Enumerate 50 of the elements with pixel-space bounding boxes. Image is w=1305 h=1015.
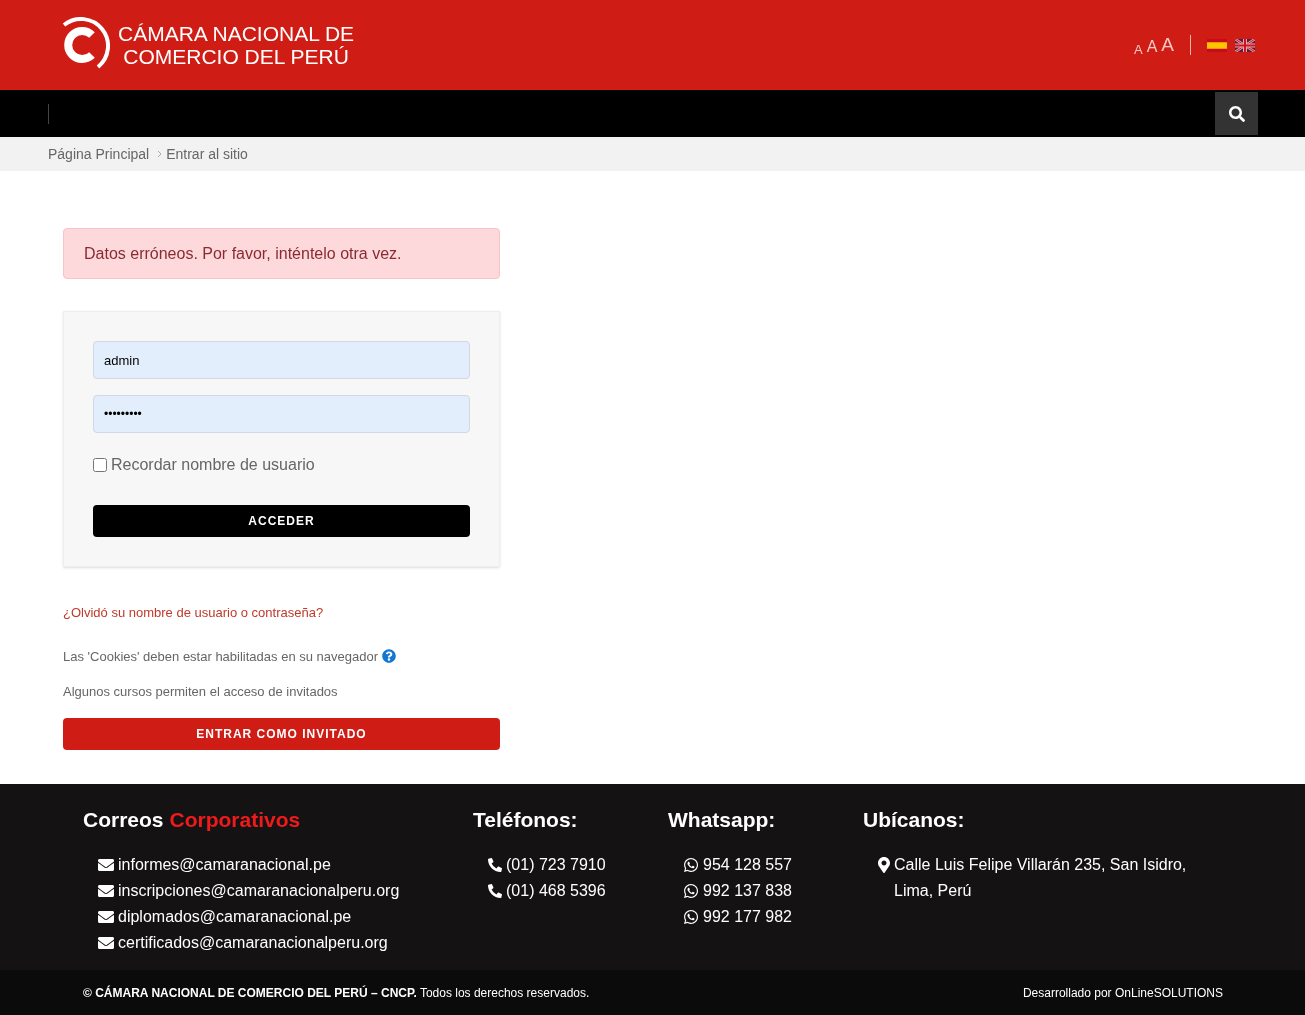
search-icon (1228, 105, 1245, 122)
whatsapp-icon (683, 856, 699, 873)
footer-contact-text[interactable]: diplomados@camaranacional.pe (118, 903, 352, 930)
guest-login-button[interactable]: ENTRAR COMO INVITADO (63, 717, 500, 750)
footer-heading: Teléfonos: (473, 807, 578, 833)
whatsapp-icon (683, 908, 699, 925)
forgot-password-link[interactable]: ¿Olvidó su nombre de usuario o contraseña? (63, 603, 500, 623)
remember-label[interactable]: Recordar nombre de usuario (111, 453, 315, 477)
footer-contact-text[interactable]: inscripciones@camaranacionalperu.org (118, 877, 400, 904)
phone-icon (488, 883, 502, 898)
login-button[interactable]: ACCEDER (93, 505, 470, 537)
copyright-text: © CÁMARA NACIONAL DE COMERCIO DEL PERÚ – CNCP. Todos los derechos reservados. (83, 984, 590, 1002)
envelope-icon (98, 934, 114, 951)
footer-contact-text: (01) 468 5396 (506, 880, 606, 901)
logo-text[interactable]: COMERCIO DEL PERÚ (123, 45, 349, 68)
guest-note: Algunos cursos permiten el acceso de invitados (63, 683, 339, 701)
footer-heading: Whatsapp: (668, 807, 776, 833)
footer-heading: Ubícanos: (863, 807, 965, 833)
uk-flag-icon[interactable] (1235, 38, 1255, 52)
breadcrumb-link[interactable]: Página Principal (48, 143, 150, 165)
footer-contact-text[interactable]: certificados@camaranacionalperu.org (118, 929, 388, 956)
chevron-icon (157, 150, 163, 158)
footer-contact-text: 992 137 838 (703, 880, 792, 901)
search-button[interactable] (1215, 92, 1258, 135)
font-size-link[interactable]: A (1161, 30, 1174, 60)
help-icon[interactable] (382, 649, 396, 664)
font-size-link[interactable]: A (1133, 39, 1143, 60)
whatsapp-icon (683, 882, 699, 899)
developer-credit: Desarrollado por OnLineSOLUTIONS (1022, 984, 1223, 1002)
footer-contact-text: 954 128 557 (703, 854, 792, 875)
envelope-icon (98, 882, 114, 899)
remember-checkbox[interactable] (93, 458, 107, 472)
footer-contact-text[interactable]: informes@camaranacional.pe (118, 851, 331, 878)
footer-heading: Correos (83, 807, 164, 833)
logo-text[interactable]: CÁMARA NACIONAL DE (118, 22, 355, 45)
footer-heading-accent: Corporativos (169, 807, 301, 833)
footer-contact-text: 992 177 982 (703, 906, 792, 927)
envelope-icon (98, 908, 114, 925)
envelope-icon (98, 856, 114, 873)
footer-contact-text: (01) 723 7910 (506, 854, 606, 875)
phone-icon (488, 857, 502, 872)
spain-flag-icon[interactable] (1207, 38, 1227, 52)
breadcrumb-link[interactable]: Entrar al sitio (166, 143, 248, 165)
map-pin-icon (878, 856, 890, 873)
font-size-link[interactable]: A (1146, 35, 1158, 60)
error-alert: Datos erróneos. Por favor, inténtelo otra vez. (63, 228, 500, 279)
cookies-note: Las 'Cookies' deben estar habilitadas en su navegador (63, 647, 378, 666)
footer-contact-text: Calle Luis Felipe Villarán 235, San Isidro, Lima, Perú (894, 854, 1188, 901)
password-field[interactable]: ••••••••• (93, 395, 470, 433)
username-field[interactable]: admin (93, 341, 470, 379)
